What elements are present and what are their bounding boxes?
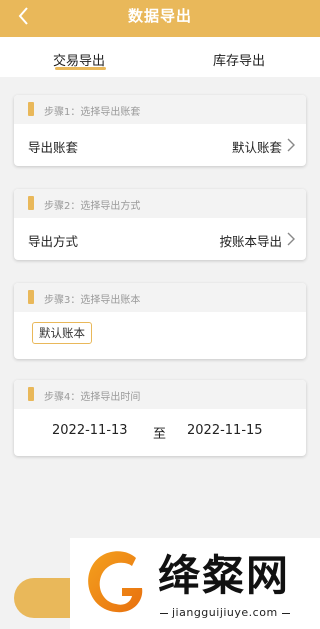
row-label: 导出账套	[28, 140, 79, 155]
row-value: 按账本导出	[219, 234, 282, 249]
step-header: 步骤2：选择导出方式	[14, 189, 306, 218]
watermark-brand: 绛粲网	[158, 551, 291, 600]
step-label: 步骤2：选择导出方式	[44, 201, 141, 212]
row-label: 导出方式	[28, 234, 79, 249]
bookmark-icon	[28, 387, 34, 401]
step-label: 步骤4：选择导出时间	[44, 392, 141, 403]
step-header: 步骤4：选择导出时间	[14, 380, 306, 409]
chevron-right-icon	[287, 232, 295, 246]
step-label: 步骤1：选择导出账套	[44, 107, 141, 118]
step-header: 步骤3：选择导出账本	[14, 283, 306, 312]
step-card-3: 步骤3：选择导出账本 默认账本	[14, 283, 306, 359]
account-set-row[interactable]: 导出账套 默认账套	[14, 124, 306, 166]
row-value: 默认账套	[231, 140, 282, 155]
export-method-row[interactable]: 导出方式 按账本导出	[14, 218, 306, 260]
date-separator: 至	[153, 427, 167, 442]
step-header: 步骤1：选择导出账套	[14, 95, 306, 124]
tab-bar: 交易导出 库存导出	[0, 37, 320, 77]
bookmark-icon	[28, 102, 34, 116]
tab-inventory-export[interactable]: 库存导出	[213, 50, 265, 69]
bookmark-icon	[28, 290, 34, 304]
chevron-right-icon	[287, 138, 295, 152]
watermark: 绛粲网 jiangguijiuye.com	[70, 538, 320, 629]
watermark-url: jiangguijiuye.com	[156, 606, 294, 619]
header-bar: 数据导出	[0, 0, 320, 37]
start-date[interactable]: 2022-11-13	[52, 423, 128, 438]
step-card-2: 步骤2：选择导出方式 导出方式 按账本导出	[14, 189, 306, 260]
bookmark-icon	[28, 196, 34, 210]
logo-icon	[88, 551, 143, 613]
step-card-1: 步骤1：选择导出账套 导出账套 默认账套	[14, 95, 306, 166]
active-tab-indicator	[55, 67, 106, 70]
page-title: 数据导出	[127, 7, 192, 25]
step-card-4: 步骤4：选择导出时间 2022-11-13 至 2022-11-15	[14, 380, 306, 456]
ledger-tags: 默认账本	[14, 312, 306, 359]
ledger-tag[interactable]: 默认账本	[32, 322, 92, 344]
date-range-row: 2022-11-13 至 2022-11-15	[14, 409, 306, 456]
end-date[interactable]: 2022-11-15	[187, 423, 263, 438]
step-label: 步骤3：选择导出账本	[44, 295, 141, 306]
